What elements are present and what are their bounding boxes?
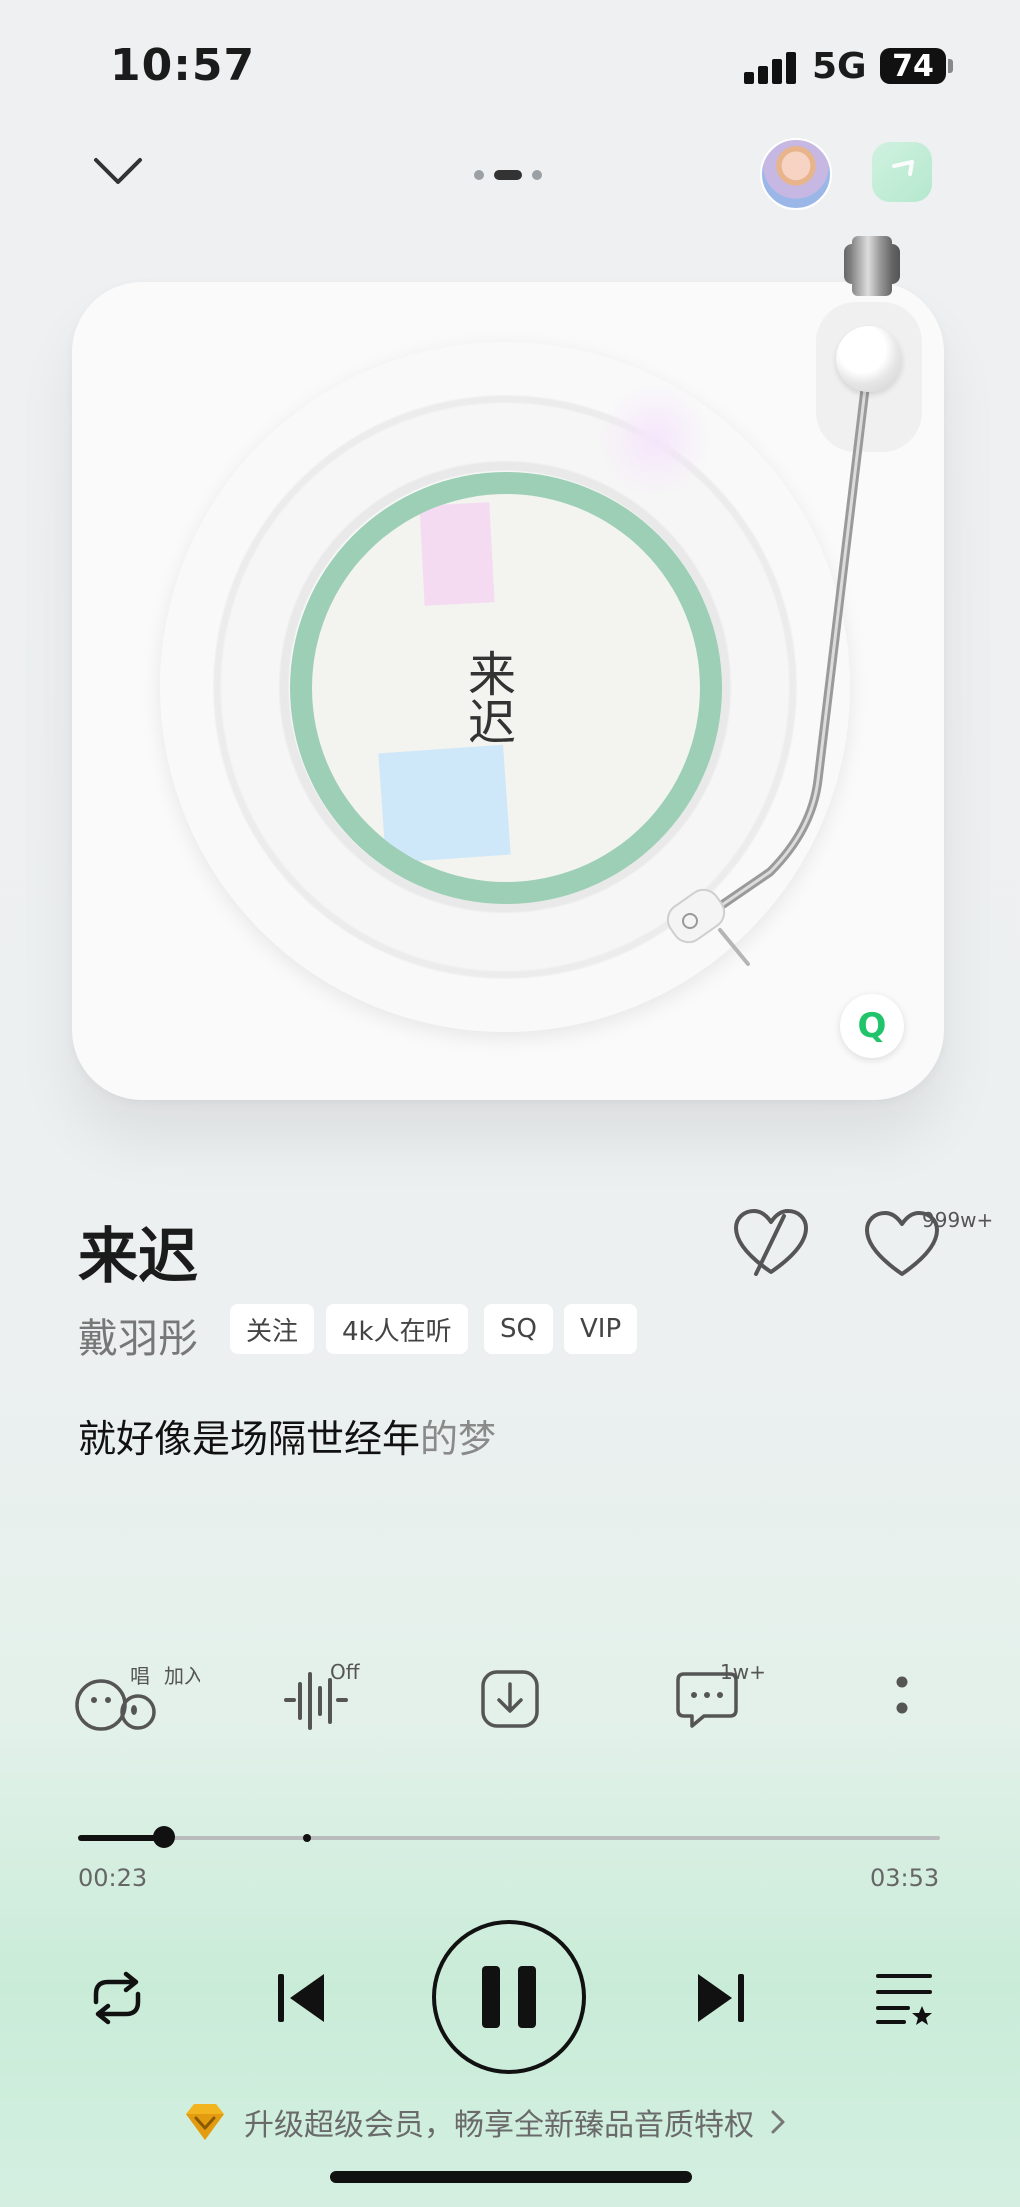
more-options-button[interactable] [880,1660,920,1734]
page-indicator[interactable] [474,170,544,182]
quality-tag[interactable]: SQ [484,1304,553,1354]
battery-nub [948,59,953,73]
sound-effect-badge: Off [330,1660,360,1684]
vip-upgrade-banner[interactable]: 升级超级会员，畅享全新臻品音质特权 [180,2100,788,2144]
play-pause-button[interactable] [432,1920,586,2074]
cover-title: 来迟 [459,649,515,745]
collapse-player-button[interactable] [92,152,144,192]
karaoke-faces-icon [75,1679,156,1731]
sing-badge: 唱 [130,1664,150,1688]
progress-track[interactable] [78,1836,940,1840]
skip-previous-icon [278,1974,324,2022]
karaoke-button[interactable] [74,1660,164,1734]
diamond-icon [186,2104,224,2140]
qq-music-logo-icon[interactable]: Q [840,994,904,1058]
more-vertical-icon [896,1676,908,1714]
battery-icon: 74 [880,48,946,84]
vip-tag[interactable]: VIP [564,1304,638,1354]
artist-name[interactable]: 戴羽彤 [78,1306,198,1364]
playlist-button[interactable] [874,1968,936,2028]
vip-upgrade-text: 升级超级会员，畅享全新臻品音质特权 [244,2108,754,2143]
download-icon [481,1670,539,1728]
total-time: 03:53 [870,1864,940,1892]
battery-level: 74 [892,48,934,84]
repeat-mode-button[interactable] [82,1966,152,2030]
chevron-right-icon [771,2110,785,2134]
progress-chorus-marker [303,1834,311,1842]
lyric-sung: 就好像是场隔世经年 [78,1417,421,1461]
song-title: 来迟 [78,1222,198,1292]
pause-bar-left [482,1966,500,2028]
album-cover: 来迟 [312,494,700,882]
previous-track-button[interactable] [272,1968,332,2028]
share-button[interactable] [872,142,932,202]
artist-avatar[interactable] [760,138,832,210]
network-type: 5G [812,46,867,87]
status-time: 10:57 [110,40,256,91]
pause-bar-right [518,1966,536,2028]
tonearm-pivot [836,326,902,392]
cover-pink-patch [419,502,495,606]
progress-played [78,1835,164,1841]
share-icon [892,160,914,176]
comment-count-badge: 1w+ [720,1660,766,1684]
repeat-icon [93,1971,141,2025]
current-lyric[interactable]: 就好像是场隔世经年的梦 [78,1408,496,1463]
like-count: 999w+ [922,1208,994,1232]
skip-next-icon [698,1974,744,2022]
follow-tag[interactable]: 关注 [230,1304,315,1354]
listeners-tag[interactable]: 4k人在听 [326,1304,468,1354]
download-button[interactable] [480,1660,540,1734]
current-time: 00:23 [78,1864,148,1892]
next-track-button[interactable] [690,1968,750,2028]
playlist-star-icon [876,1974,932,2025]
lyric-remaining: 的梦 [420,1417,497,1461]
dislike-button[interactable] [732,1208,810,1278]
cover-blue-patch [378,744,511,864]
home-indicator[interactable] [330,2171,692,2183]
broken-heart-icon [734,1209,808,1276]
progress-handle[interactable] [153,1826,175,1848]
join-badge: 加入 [164,1664,200,1688]
tonearm-weight-shaft [852,236,892,296]
cellular-signal-icon [744,52,798,84]
chevron-down-icon [94,158,142,184]
record-sheen [600,380,710,500]
